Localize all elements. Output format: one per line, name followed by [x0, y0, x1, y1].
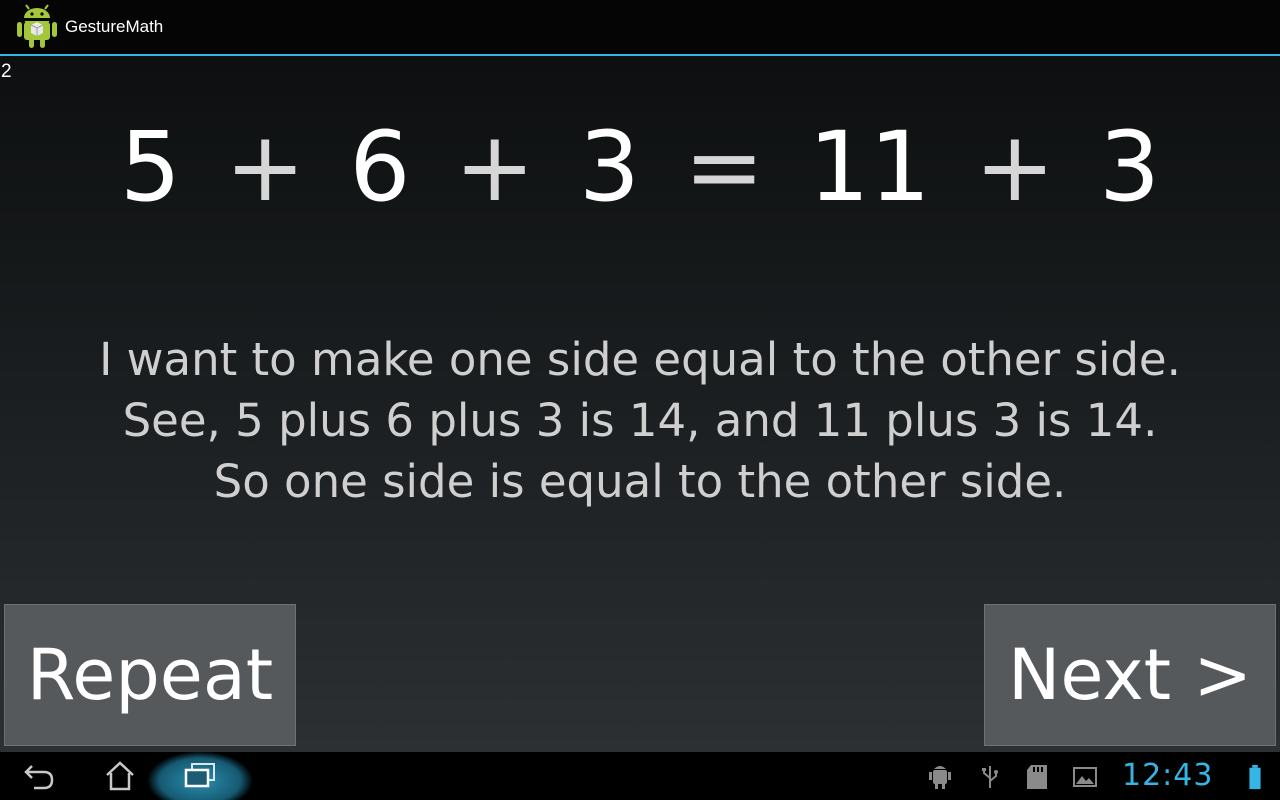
battery-icon	[1249, 764, 1261, 790]
next-button[interactable]: Next >	[984, 604, 1276, 746]
equation: 5 + 6 + 3 = 11 + 3	[0, 111, 1280, 223]
equals-sign: =	[684, 111, 765, 223]
usb-icon	[982, 766, 998, 788]
equation-term: 5	[119, 111, 181, 223]
android-robot-icon[interactable]	[15, 4, 59, 50]
repeat-button[interactable]: Repeat	[4, 604, 296, 746]
back-icon[interactable]	[22, 760, 56, 792]
plus-sign: +	[224, 111, 306, 223]
sd-card-icon	[1027, 765, 1047, 789]
recent-apps-icon[interactable]	[183, 760, 217, 792]
app-title: GestureMath	[65, 17, 164, 36]
clock: 12:43	[1122, 758, 1214, 793]
home-icon[interactable]	[103, 760, 137, 792]
equation-term: 11	[808, 111, 931, 223]
explanation-text: I want to make one side equal to the oth…	[0, 329, 1280, 512]
plus-sign: +	[974, 111, 1056, 223]
explanation-line: See, 5 plus 6 plus 3 is 14, and 11 plus …	[122, 394, 1158, 447]
plus-sign: +	[454, 111, 535, 223]
equation-term: 3	[578, 111, 640, 223]
system-bar: 12:43	[0, 752, 1280, 800]
gallery-icon	[1073, 767, 1097, 787]
action-bar: GestureMath	[0, 0, 1280, 56]
explanation-line: So one side is equal to the other side.	[213, 455, 1067, 508]
equation-term: 6	[349, 111, 411, 223]
equation-term: 3	[1099, 111, 1161, 223]
step-counter: 2	[1, 61, 12, 82]
lesson-panel: 2 5 + 6 + 3 = 11 + 3 I want to make one …	[0, 56, 1280, 752]
android-debug-icon	[929, 766, 951, 789]
explanation-line: I want to make one side equal to the oth…	[99, 333, 1181, 386]
